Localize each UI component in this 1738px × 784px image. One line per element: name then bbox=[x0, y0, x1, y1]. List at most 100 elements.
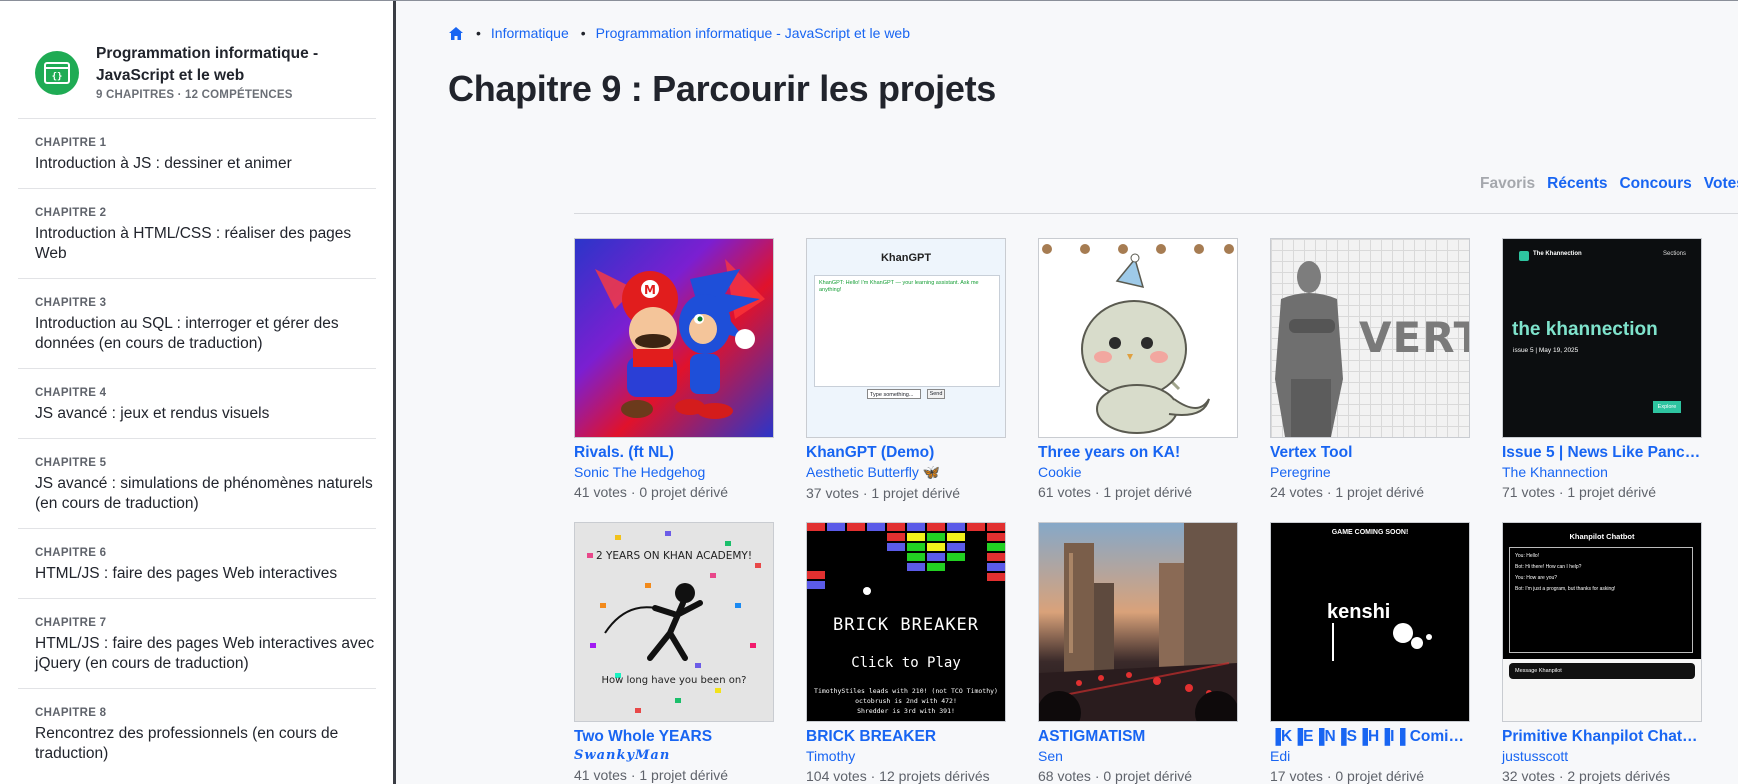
project-author[interactable]: Sen bbox=[1038, 748, 1238, 764]
project-title[interactable]: Issue 5 | News Like Pancakes bbox=[1502, 444, 1702, 462]
thumb-leader-line: TimothyStiles leads with 210! (not TCO T… bbox=[814, 687, 998, 695]
project-thumbnail[interactable]: GAME COMING SOON! kenshi bbox=[1270, 522, 1470, 722]
project-card[interactable]: ASTIGMATISM Sen 68 votes · 0 projet déri… bbox=[1038, 522, 1238, 784]
project-title[interactable]: ▐K▐E▐N▐S▐H▐I▐ Coming soon bbox=[1270, 728, 1470, 746]
thumb-headline: the khannection bbox=[1512, 319, 1658, 340]
chapter-name: HTML/JS : faire des pages Web interactiv… bbox=[35, 565, 338, 582]
project-author[interactable]: justusscott bbox=[1502, 748, 1702, 764]
svg-text:{}: {} bbox=[52, 72, 63, 82]
thumb-input: Type something... bbox=[867, 389, 921, 399]
project-author[interactable]: Cookie bbox=[1038, 464, 1238, 480]
chapter-name: Rencontrez des professionnels (en cours … bbox=[35, 725, 339, 762]
project-thumbnail[interactable]: KhanGPT KhanGPT: Hello! I'm KhanGPT — yo… bbox=[806, 238, 1006, 438]
project-card[interactable]: GAME COMING SOON! kenshi ▐K▐E▐N▐S▐H▐I▐ C… bbox=[1270, 522, 1470, 784]
project-title[interactable]: Rivals. (ft NL) bbox=[574, 444, 774, 462]
thumb-chat-area: KhanGPT: Hello! I'm KhanGPT — your learn… bbox=[814, 275, 1000, 387]
svg-text:M: M bbox=[644, 283, 656, 297]
project-title[interactable]: Primitive Khanpilot Chatbot bbox=[1502, 728, 1702, 746]
project-author[interactable]: Aesthetic Butterfly 🦋 bbox=[806, 464, 1006, 481]
project-author[interactable]: The Khannection bbox=[1502, 464, 1702, 480]
tab-concours[interactable]: Concours bbox=[1619, 175, 1691, 193]
thumb-leader-line: octobrush is 2nd with 472! bbox=[855, 697, 957, 705]
chapter-number: CHAPITRE 3 bbox=[35, 297, 107, 309]
project-card[interactable]: The Khannection Sections the khannection… bbox=[1502, 238, 1702, 500]
project-card[interactable]: BRICK BREAKER Click to Play TimothyStile… bbox=[806, 522, 1006, 784]
project-thumbnail[interactable]: The Khannection Sections the khannection… bbox=[1502, 238, 1702, 438]
thumb-send: Send bbox=[927, 389, 945, 399]
project-title[interactable]: BRICK BREAKER bbox=[806, 728, 1006, 746]
thumb-leader-line: Shredder is 3rd with 391! bbox=[857, 707, 955, 715]
project-card[interactable]: Three years on KA! Cookie 61 votes · 1 p… bbox=[1038, 238, 1238, 500]
chapter-number: CHAPITRE 6 bbox=[35, 547, 107, 559]
project-thumbnail[interactable]: 2 YEARS ON KHAN ACADEMY! How long have y… bbox=[574, 522, 774, 722]
project-thumbnail[interactable]: VERT bbox=[1270, 238, 1470, 438]
course-header[interactable]: {} Programmation informatique - JavaScri… bbox=[35, 45, 375, 123]
chapter-item-6[interactable]: CHAPITRE 6 HTML/JS : faire des pages Web… bbox=[18, 528, 376, 598]
thumb-chat-panel: Khanpilot Chatbot You: Hello! Bot: Hi th… bbox=[1503, 523, 1701, 659]
thumb-game-title: BRICK BREAKER bbox=[832, 615, 980, 635]
chapter-item-2[interactable]: CHAPITRE 2 Introduction à HTML/CSS : réa… bbox=[18, 188, 376, 278]
chapter-item-7[interactable]: CHAPITRE 7 HTML/JS : faire des pages Web… bbox=[18, 598, 376, 688]
thumb-issue: issue 5 | May 19, 2025 bbox=[1513, 347, 1579, 354]
chapter-number: CHAPITRE 7 bbox=[35, 617, 107, 629]
project-title[interactable]: Three years on KA! bbox=[1038, 444, 1238, 462]
tab-votes[interactable]: Votes bbox=[1704, 175, 1738, 193]
project-card[interactable]: VERT Vertex Tool Peregrine 24 votes · 1 … bbox=[1270, 238, 1470, 500]
project-thumbnail[interactable]: Khanpilot Chatbot You: Hello! Bot: Hi th… bbox=[1502, 522, 1702, 722]
project-thumbnail[interactable] bbox=[1038, 238, 1238, 438]
chapter-number: CHAPITRE 5 bbox=[35, 457, 107, 469]
course-meta: 9 CHAPITRES · 12 COMPÉTENCES bbox=[96, 89, 293, 101]
project-stats: 104 votes · 12 projets dérivés bbox=[806, 768, 990, 784]
project-author[interactable]: Edi bbox=[1270, 748, 1470, 764]
thumb-chat-text: KhanGPT: Hello! I'm KhanGPT — your learn… bbox=[819, 280, 979, 293]
breadcrumb-link-course[interactable]: Programmation informatique - JavaScript … bbox=[596, 25, 910, 41]
chapter-number: CHAPITRE 1 bbox=[35, 137, 107, 149]
thumb-bottom-text: How long have you been on? bbox=[601, 675, 747, 686]
chapter-item-1[interactable]: CHAPITRE 1 Introduction à JS : dessiner … bbox=[18, 118, 376, 188]
thumb-leaderboard: TimothyStiles leads with 210! (not TCO T… bbox=[807, 686, 1005, 716]
project-author[interactable]: SwankyMan bbox=[574, 748, 774, 763]
project-card[interactable]: 2 YEARS ON KHAN ACADEMY! How long have y… bbox=[574, 522, 774, 783]
sort-tabs: Favoris Récents Concours Votes bbox=[1480, 175, 1738, 193]
chapter-item-4[interactable]: CHAPITRE 4 JS avancé : jeux et rendus vi… bbox=[18, 368, 376, 438]
project-stats: 24 votes · 1 projet dérivé bbox=[1270, 484, 1425, 500]
project-author[interactable]: Timothy bbox=[806, 748, 1006, 764]
thumb-word: VERT bbox=[1359, 313, 1469, 362]
project-thumbnail[interactable] bbox=[1038, 522, 1238, 722]
project-card[interactable]: KhanGPT KhanGPT: Hello! I'm KhanGPT — yo… bbox=[806, 238, 1006, 501]
project-thumbnail[interactable]: M bbox=[574, 238, 774, 438]
thumb-chat-line: You: Hello! bbox=[1515, 553, 1539, 559]
project-stats: 41 votes · 0 projet dérivé bbox=[574, 484, 729, 500]
project-card[interactable]: Khanpilot Chatbot You: Hello! Bot: Hi th… bbox=[1502, 522, 1702, 784]
chapter-name: Introduction à JS : dessiner et animer bbox=[35, 155, 292, 172]
project-title[interactable]: KhanGPT (Demo) bbox=[806, 444, 1006, 462]
thumb-top-text: 2 YEARS ON KHAN ACADEMY! bbox=[595, 550, 753, 562]
khannection-logo-icon bbox=[1519, 251, 1529, 261]
thumb-message-input: Message Khanpilot bbox=[1509, 663, 1695, 679]
home-icon[interactable] bbox=[448, 26, 464, 41]
chapter-item-5[interactable]: CHAPITRE 5 JS avancé : simulations de ph… bbox=[18, 438, 376, 528]
thumb-explore: Explore bbox=[1653, 401, 1681, 413]
chapter-item-8[interactable]: CHAPITRE 8 Rencontrez des professionnels… bbox=[18, 688, 376, 778]
divider bbox=[574, 213, 1738, 214]
thumb-chat-line: You: How are you? bbox=[1515, 575, 1558, 581]
project-title[interactable]: Two Whole YEARS bbox=[574, 728, 774, 746]
project-author[interactable]: Sonic The Hedgehog bbox=[574, 464, 774, 480]
breadcrumb-link-informatique[interactable]: Informatique bbox=[491, 25, 569, 41]
project-card[interactable]: M Rivals. (ft NL) Sonic The Hedgehog 41 … bbox=[574, 238, 774, 500]
chapter-number: CHAPITRE 2 bbox=[35, 207, 107, 219]
project-title[interactable]: ASTIGMATISM bbox=[1038, 728, 1238, 746]
chapter-name: JS avancé : jeux et rendus visuels bbox=[35, 405, 270, 422]
chapter-item-3[interactable]: CHAPITRE 3 Introduction au SQL : interro… bbox=[18, 278, 376, 368]
project-author[interactable]: Peregrine bbox=[1270, 464, 1470, 480]
chapter-name: Introduction à HTML/CSS : réaliser des p… bbox=[35, 225, 352, 262]
tab-recents[interactable]: Récents bbox=[1547, 175, 1607, 193]
tab-favoris[interactable]: Favoris bbox=[1480, 175, 1535, 193]
project-stats: 32 votes · 2 projets dérivés bbox=[1502, 768, 1671, 784]
thumb-nav: Sections bbox=[1663, 251, 1687, 257]
project-stats: 61 votes · 1 projet dérivé bbox=[1038, 484, 1193, 500]
project-stats: 17 votes · 0 projet dérivé bbox=[1270, 768, 1425, 784]
sidebar: {} Programmation informatique - JavaScri… bbox=[0, 1, 396, 784]
project-title[interactable]: Vertex Tool bbox=[1270, 444, 1470, 462]
project-thumbnail[interactable]: BRICK BREAKER Click to Play TimothyStile… bbox=[806, 522, 1006, 722]
